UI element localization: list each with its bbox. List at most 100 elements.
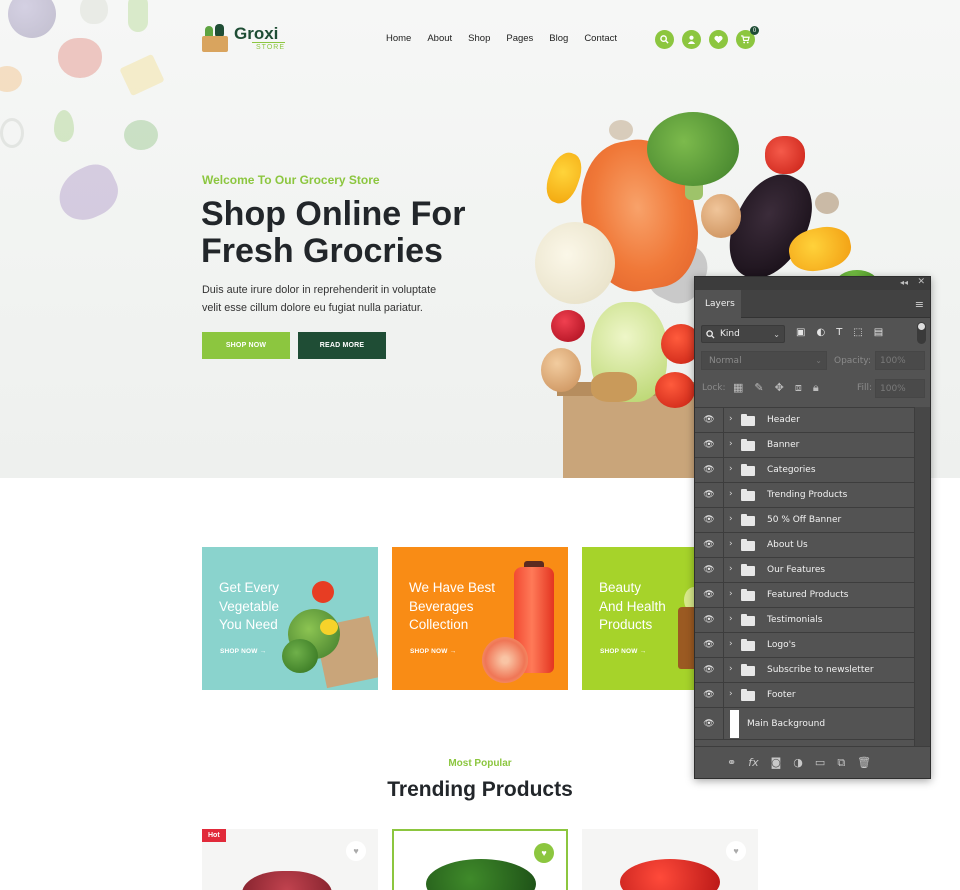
close-icon[interactable]: ✕ [917,277,925,287]
type-filter-icon[interactable]: T [836,327,842,338]
folder-icon [741,689,755,701]
new-layer-icon[interactable]: ⧉ [837,756,845,770]
visibility-eye-icon[interactable]: 👁︎ [695,458,724,482]
category-title-line: Beverages [409,598,474,614]
cart-count-badge: 0 [750,26,759,35]
panel-titlebar: ◂◂ ✕ [695,277,930,290]
product-card[interactable]: Hot ♥ [202,829,378,890]
layer-group[interactable]: 👁︎ › Our Features [695,557,915,582]
chevron-right-icon[interactable]: › [729,414,733,424]
nav-pages[interactable]: Pages [506,33,533,44]
adjustment-layer-icon[interactable]: ◑ [793,756,803,769]
chevron-right-icon[interactable]: › [729,439,733,449]
chevron-right-icon[interactable]: › [729,539,733,549]
visibility-eye-icon[interactable]: 👁︎ [695,483,724,507]
blend-mode-select[interactable]: Normal ⌄ [701,351,827,370]
category-card-vegetables[interactable]: Get Every Vegetable You Need SHOP NOW → [202,547,378,690]
nav-about[interactable]: About [427,33,452,44]
category-shop-now-link[interactable]: SHOP NOW → [600,648,646,655]
visibility-eye-icon[interactable]: 👁︎ [695,658,724,682]
nav-home[interactable]: Home [386,33,411,44]
wishlist-heart-icon[interactable]: ♥ [726,841,746,861]
visibility-eye-icon[interactable]: 👁︎ [695,683,724,707]
adjustment-filter-icon[interactable]: ◐ [816,327,825,338]
site-logo[interactable]: Groxi STORE [202,24,285,52]
egg [541,348,581,392]
fill-field[interactable]: 100% [875,379,925,398]
nav-shop[interactable]: Shop [468,33,490,44]
nav-contact[interactable]: Contact [584,33,617,44]
chevron-right-icon[interactable]: › [729,489,733,499]
visibility-eye-icon[interactable]: 👁︎ [695,408,724,432]
layer-group[interactable]: 👁︎ › Footer [695,682,915,707]
filter-kind-select[interactable]: Kind ⌄ [701,325,785,343]
smart-object-filter-icon[interactable]: ▤ [874,327,883,338]
cart-icon[interactable]: 0 [736,26,759,49]
layer-group[interactable]: 👁︎ › Subscribe to newsletter [695,657,915,682]
product-card[interactable]: ♥ [582,829,758,890]
chevron-right-icon[interactable]: › [729,639,733,649]
layer-group[interactable]: 👁︎ › Logo's [695,632,915,657]
wishlist-heart-icon[interactable]: ♥ [346,841,366,861]
visibility-eye-icon[interactable]: 👁︎ [695,533,724,557]
layer-group[interactable]: 👁︎ › Featured Products [695,582,915,607]
filter-toggle[interactable] [917,322,926,344]
search-icon[interactable] [655,30,674,49]
lock-position-icon[interactable]: ✥ [775,381,784,395]
delete-layer-icon[interactable]: 🗑︎ [857,756,871,769]
category-shop-now-link[interactable]: SHOP NOW → [220,648,266,655]
wishlist-heart-icon[interactable]: ♥ [534,843,554,863]
fx-icon[interactable]: fx [748,756,758,769]
read-more-button[interactable]: READ MORE [298,332,386,359]
user-icon[interactable] [682,30,701,49]
visibility-eye-icon[interactable]: 👁︎ [695,583,724,607]
section-title: Trending Products [387,778,573,801]
layer-group[interactable]: 👁︎ › Trending Products [695,482,915,507]
layer-group[interactable]: 👁︎ › Banner [695,432,915,457]
visibility-eye-icon[interactable]: 👁︎ [695,508,724,532]
add-mask-icon[interactable]: ◙ [771,756,782,769]
heart-icon[interactable] [709,30,728,49]
lock-all-icon[interactable]: 🔒︎ [813,381,819,395]
panel-menu-icon[interactable]: ≡ [915,298,924,311]
chevron-right-icon[interactable]: › [729,614,733,624]
hero-title-line-1: Shop Online For [201,195,466,233]
lock-artboard-icon[interactable]: ⧈ [795,381,802,395]
tab-layers[interactable]: Layers [695,290,741,318]
shop-now-button[interactable]: SHOP NOW [202,332,290,359]
chevron-right-icon[interactable]: › [729,464,733,474]
shape-filter-icon[interactable]: ⬚ [853,327,862,338]
visibility-eye-icon[interactable]: 👁︎ [695,708,724,740]
visibility-eye-icon[interactable]: 👁︎ [695,608,724,632]
category-card-beverages[interactable]: We Have Best Beverages Collection SHOP N… [392,547,568,690]
layer-name: Our Features [767,565,826,575]
lock-transparency-icon[interactable]: ▦ [733,381,743,395]
layer-group[interactable]: 👁︎ › Testimonials [695,607,915,632]
layer-name: Featured Products [767,590,849,600]
new-group-icon[interactable]: ▭ [815,756,825,769]
layer-background[interactable]: 👁︎ Main Background [695,707,915,740]
layers-scrollbar[interactable] [914,407,930,747]
chevron-right-icon[interactable]: › [729,664,733,674]
layer-group[interactable]: 👁︎ › 50 % Off Banner [695,507,915,532]
category-title-line: We Have Best [409,580,496,595]
chevron-right-icon[interactable]: › [729,564,733,574]
link-layers-icon[interactable]: ⚭ [727,756,736,769]
visibility-eye-icon[interactable]: 👁︎ [695,558,724,582]
folder-icon [741,414,755,426]
visibility-eye-icon[interactable]: 👁︎ [695,633,724,657]
visibility-eye-icon[interactable]: 👁︎ [695,433,724,457]
chevron-right-icon[interactable]: › [729,689,733,699]
nav-blog[interactable]: Blog [549,33,568,44]
opacity-field[interactable]: 100% [875,351,925,370]
category-shop-now-link[interactable]: SHOP NOW → [410,648,456,655]
layer-group[interactable]: 👁︎ › About Us [695,532,915,557]
collapse-icon[interactable]: ◂◂ [900,278,908,287]
product-card[interactable]: ♥ [392,829,568,890]
layer-group[interactable]: 👁︎ › Categories [695,457,915,482]
chevron-right-icon[interactable]: › [729,589,733,599]
lock-brush-icon[interactable]: ✎ [754,381,763,395]
layer-group[interactable]: 👁︎ › Header [695,407,915,432]
chevron-right-icon[interactable]: › [729,514,733,524]
pixel-filter-icon[interactable]: ▣ [796,327,805,338]
